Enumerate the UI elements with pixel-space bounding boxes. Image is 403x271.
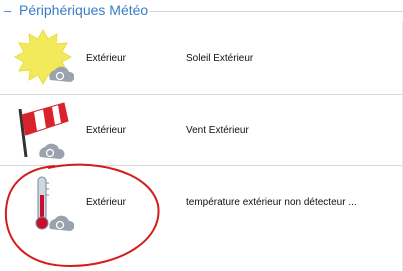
device-row-temperature[interactable]: Extérieur température extérieur non déte… xyxy=(0,167,403,237)
cloud-sync-icon xyxy=(39,143,65,159)
section-title: Périphériques Météo xyxy=(19,2,149,18)
sun-icon xyxy=(13,28,74,86)
device-name: Vent Extérieur xyxy=(186,125,249,136)
device-name: Soleil Extérieur xyxy=(186,53,254,64)
device-name: température extérieur non détecteur ... xyxy=(186,197,357,208)
section-header[interactable]: – Périphériques Météo xyxy=(0,0,403,22)
header-divider xyxy=(150,11,403,12)
cloud-sync-icon xyxy=(49,215,74,231)
collapse-toggle[interactable]: – xyxy=(4,3,11,18)
windsock-icon xyxy=(18,102,69,159)
device-row-wind[interactable]: Extérieur Vent Extérieur xyxy=(0,95,403,166)
device-location: Extérieur xyxy=(86,125,127,136)
device-row-sun[interactable]: Extérieur Soleil Extérieur xyxy=(0,24,403,95)
thermometer-icon xyxy=(35,176,74,231)
device-location: Extérieur xyxy=(86,53,127,64)
device-location: Extérieur xyxy=(86,197,127,208)
